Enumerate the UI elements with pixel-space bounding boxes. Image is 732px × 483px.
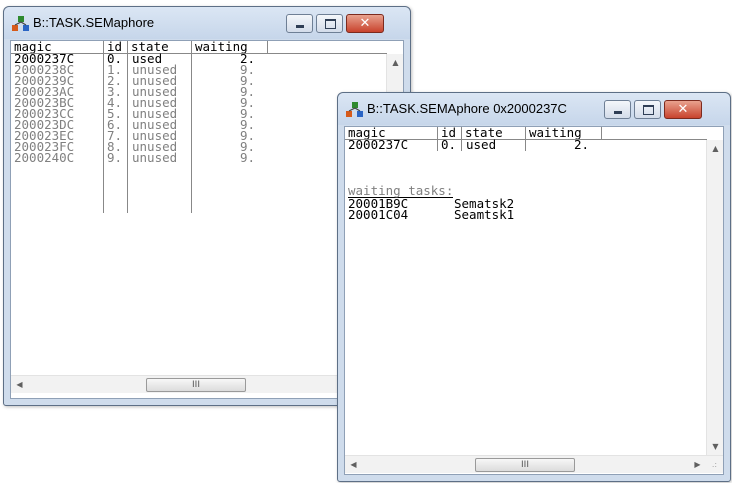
close-icon: ✕ [359,16,371,31]
column-divider [103,41,104,213]
minimize-button[interactable] [286,14,313,33]
close-button[interactable]: ✕ [664,100,702,119]
id-cell: 0. [441,137,457,152]
semaphore-detail-pane[interactable]: magic id state waiting 2000237C 0. used … [344,126,724,475]
state-cell: unused [132,150,178,165]
scroll-left-arrow-icon[interactable]: ◀ [11,376,28,393]
minimize-button[interactable] [604,100,631,119]
scroll-right-arrow-icon[interactable]: ▶ [689,456,706,473]
maximize-button[interactable] [316,14,343,33]
column-divider [601,127,602,140]
maximize-icon [325,19,336,29]
waiting-cell: 9. [240,150,256,165]
column-divider [461,127,462,151]
close-icon: ✕ [677,102,689,117]
id-cell: 9. [107,150,123,165]
semaphore-detail-window[interactable]: B::TASK.SEMAphore 0x2000237C ✕ magic id … [337,92,731,482]
close-button[interactable]: ✕ [346,14,384,33]
size-grip-icon[interactable]: .: [706,456,723,473]
column-divider [191,41,192,213]
horizontal-scrollbar[interactable]: ◀ III ▶ .: [345,455,723,473]
column-divider [267,41,268,54]
column-divider [127,41,128,213]
magic-cell: 2000237C [348,137,409,152]
scroll-down-arrow-icon[interactable]: ▼ [707,438,723,455]
minimize-icon [614,111,622,114]
column-divider [525,127,526,151]
window-title: B::TASK.SEMAphore 0x2000237C [367,101,567,116]
task-address: 20001C04 [348,207,409,222]
semaphore-window-titlebar[interactable]: B::TASK.SEMaphore ✕ [4,7,410,39]
horizontal-scroll-thumb[interactable]: III [475,458,575,472]
semaphore-detail-window-titlebar[interactable]: B::TASK.SEMAphore 0x2000237C ✕ [338,93,730,125]
scroll-left-arrow-icon[interactable]: ◀ [345,456,362,473]
minimize-icon [296,25,304,28]
maximize-button[interactable] [634,100,661,119]
trace32-app-icon [12,16,29,31]
waiting-cell: 2. [574,137,590,152]
state-cell: used [466,137,497,152]
trace32-app-icon [346,102,363,117]
maximize-icon [643,105,654,115]
horizontal-scroll-thumb[interactable]: III [146,378,246,392]
task-name: Seamtsk1 [454,207,515,222]
column-divider [437,127,438,151]
window-title: B::TASK.SEMaphore [33,15,155,30]
scroll-up-arrow-icon[interactable]: ▲ [387,54,403,71]
magic-cell: 2000240C [14,150,75,165]
scroll-up-arrow-icon[interactable]: ▲ [707,140,723,157]
vertical-scrollbar[interactable]: ▲ ▼ [706,140,723,455]
